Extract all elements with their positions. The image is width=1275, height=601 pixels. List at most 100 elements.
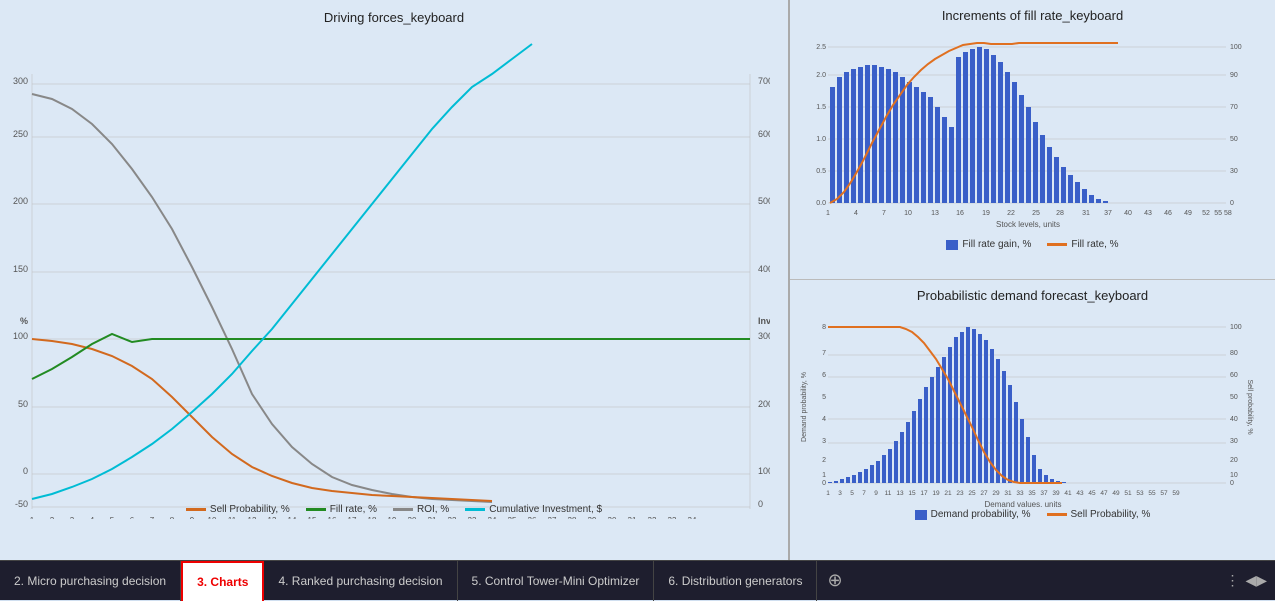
svg-text:1: 1 <box>826 210 830 217</box>
tab-micro-label: 2. Micro purchasing decision <box>14 574 166 588</box>
svg-text:80: 80 <box>1230 350 1238 357</box>
svg-text:2: 2 <box>50 516 55 519</box>
svg-text:19: 19 <box>982 210 990 217</box>
tab-menu-icon[interactable]: ⋮ <box>1225 572 1239 589</box>
svg-text:30: 30 <box>1230 438 1238 445</box>
legend-sell-prob-label: Sell Probability, % <box>210 504 290 515</box>
svg-text:50: 50 <box>18 399 28 409</box>
svg-text:18: 18 <box>368 516 377 519</box>
svg-text:15: 15 <box>308 516 317 519</box>
svg-text:700: 700 <box>758 76 770 86</box>
legend-sell-prob-color <box>1047 513 1067 516</box>
svg-text:13: 13 <box>931 210 939 217</box>
svg-text:Demand values, units: Demand values, units <box>985 500 1062 507</box>
legend-fill-rate: Fill rate, % <box>306 504 377 515</box>
svg-text:7: 7 <box>882 210 886 217</box>
svg-text:100: 100 <box>1230 44 1242 51</box>
tab-micro[interactable]: 2. Micro purchasing decision <box>0 561 181 601</box>
svg-text:7: 7 <box>862 490 866 497</box>
svg-text:3: 3 <box>822 438 826 445</box>
left-chart-legend: Sell Probability, % Fill rate, % ROI, % … <box>10 504 778 515</box>
svg-text:53: 53 <box>1136 490 1144 497</box>
legend-roi-label: ROI, % <box>417 504 449 515</box>
svg-text:5: 5 <box>822 394 826 401</box>
svg-text:400: 400 <box>758 264 770 274</box>
svg-text:3: 3 <box>838 490 842 497</box>
svg-text:500: 500 <box>758 196 770 206</box>
svg-text:25: 25 <box>508 516 517 519</box>
svg-text:55: 55 <box>1148 490 1156 497</box>
svg-text:35: 35 <box>1028 490 1036 497</box>
svg-text:32: 32 <box>648 516 657 519</box>
tab-nav-controls: ⋮ ◀ ▶ <box>1217 572 1275 589</box>
svg-text:55 58: 55 58 <box>1214 210 1232 217</box>
tab-distribution[interactable]: 6. Distribution generators <box>654 561 817 601</box>
tab-charts[interactable]: 3. Charts <box>181 561 264 601</box>
svg-text:5: 5 <box>850 490 854 497</box>
svg-text:45: 45 <box>1088 490 1096 497</box>
svg-text:200: 200 <box>758 399 770 409</box>
right-panel: Increments of fill rate_keyboard Fill ra… <box>790 0 1275 560</box>
svg-text:40: 40 <box>1124 210 1132 217</box>
svg-text:20: 20 <box>408 516 417 519</box>
svg-text:0: 0 <box>758 499 763 509</box>
svg-text:19: 19 <box>388 516 397 519</box>
svg-text:20: 20 <box>1230 457 1238 464</box>
svg-text:Demand probability, %: Demand probability, % <box>801 372 808 442</box>
svg-text:0: 0 <box>822 480 826 487</box>
svg-text:Stock levels, units: Stock levels, units <box>996 220 1060 229</box>
svg-text:100: 100 <box>13 331 28 341</box>
svg-text:1: 1 <box>822 472 826 479</box>
legend-fill-rate-gain: Fill rate gain, % <box>946 239 1031 250</box>
svg-text:1: 1 <box>826 490 830 497</box>
svg-text:31: 31 <box>628 516 637 519</box>
svg-text:46: 46 <box>1164 210 1172 217</box>
svg-text:11: 11 <box>885 490 892 497</box>
legend-sell-prob: Sell Probability, % <box>186 504 290 515</box>
add-tab-button[interactable]: ⊕ <box>817 570 852 591</box>
svg-text:23: 23 <box>468 516 477 519</box>
svg-text:150: 150 <box>13 264 28 274</box>
svg-text:25: 25 <box>1032 210 1040 217</box>
scroll-right-icon[interactable]: ▶ <box>1256 572 1267 589</box>
svg-text:300: 300 <box>13 76 28 86</box>
svg-text:49: 49 <box>1112 490 1120 497</box>
svg-text:7: 7 <box>150 516 155 519</box>
svg-text:4: 4 <box>822 416 826 423</box>
top-right-chart-panel: Increments of fill rate_keyboard Fill ra… <box>790 0 1275 280</box>
svg-text:6: 6 <box>822 372 826 379</box>
left-chart-panel: Driving forces_keyboard 300 250 200 150 … <box>0 0 790 560</box>
svg-text:200: 200 <box>13 196 28 206</box>
svg-text:250: 250 <box>13 129 28 139</box>
svg-text:30: 30 <box>1230 168 1238 175</box>
svg-text:8: 8 <box>170 516 175 519</box>
svg-text:22: 22 <box>1007 210 1015 217</box>
svg-text:49: 49 <box>1184 210 1192 217</box>
svg-text:13: 13 <box>268 516 277 519</box>
svg-text:39: 39 <box>1052 490 1060 497</box>
svg-text:25: 25 <box>968 490 976 497</box>
svg-text:9: 9 <box>874 490 878 497</box>
svg-text:29: 29 <box>588 516 597 519</box>
svg-text:1.0: 1.0 <box>816 136 826 143</box>
top-right-legend: Fill rate gain, % Fill rate, % <box>798 239 1267 250</box>
svg-text:51: 51 <box>1124 490 1132 497</box>
svg-text:28: 28 <box>568 516 577 519</box>
svg-text:41: 41 <box>1064 490 1072 497</box>
svg-text:17: 17 <box>920 490 928 497</box>
tab-charts-label: 3. Charts <box>197 575 248 589</box>
tab-control[interactable]: 5. Control Tower-Mini Optimizer <box>458 561 655 601</box>
demand-forecast-chart: 8 7 6 5 4 3 2 1 0 Demand probability, % … <box>798 307 1258 507</box>
svg-text:2: 2 <box>822 457 826 464</box>
svg-text:100: 100 <box>758 466 770 476</box>
legend-fill-rate-gain-color <box>946 240 958 250</box>
legend-sell-prob-color <box>186 508 206 511</box>
svg-text:24: 24 <box>488 516 497 519</box>
svg-text:23: 23 <box>956 490 964 497</box>
svg-text:-50: -50 <box>15 499 28 509</box>
svg-text:50: 50 <box>1230 394 1238 401</box>
scroll-left-icon[interactable]: ◀ <box>1245 572 1256 589</box>
tab-ranked[interactable]: 4. Ranked purchasing decision <box>264 561 457 601</box>
svg-text:21: 21 <box>428 516 437 519</box>
svg-text:12: 12 <box>248 516 257 519</box>
